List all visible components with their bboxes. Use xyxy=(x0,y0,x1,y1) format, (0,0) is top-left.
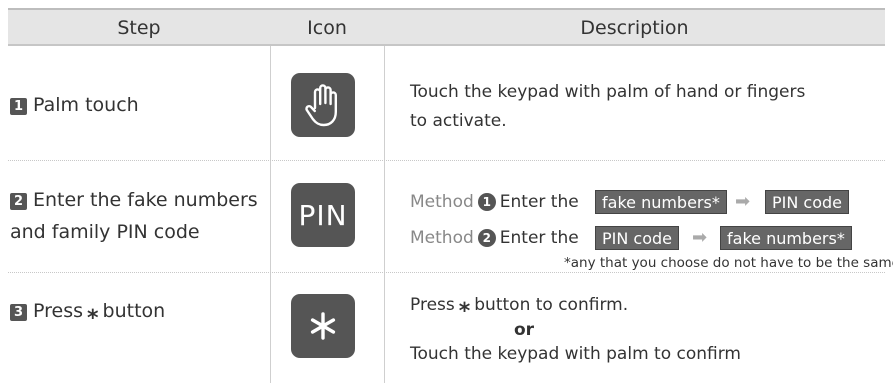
step-2: 2 Enter the fake numbers and family PIN c… xyxy=(10,184,258,248)
header-icon: Icon xyxy=(307,17,347,39)
description-1: Touch the keypad with palm of hand or fi… xyxy=(410,78,805,136)
step-label-line2: and family PIN code xyxy=(10,221,200,243)
desc-line: to activate. xyxy=(410,111,507,131)
step-3: 3 Press ⁎ button xyxy=(10,295,165,329)
palm-hand-icon xyxy=(291,73,355,137)
pin-code-box: PIN code xyxy=(595,226,680,250)
step-label-suffix: button xyxy=(102,300,166,322)
step-number-badge: 2 xyxy=(10,193,27,210)
instruction-table: Step Icon Description 1 Palm touch Touch … xyxy=(0,0,893,383)
enter-the-label: Enter the xyxy=(499,228,579,248)
asterisk-icon: ⁎ xyxy=(458,293,471,318)
desc-prefix: Press xyxy=(410,295,455,315)
desc-line: Press ⁎ button to confirm. xyxy=(410,293,741,318)
desc-line: Touch the keypad with palm of hand or fi… xyxy=(410,82,806,102)
pin-icon: PIN xyxy=(291,183,355,247)
method-number: 2 xyxy=(477,229,496,247)
step-number-badge: 3 xyxy=(10,304,27,321)
row-divider xyxy=(8,272,885,273)
step-label: Enter the fake numbers xyxy=(33,189,258,211)
step-1: 1 Palm touch xyxy=(10,89,139,121)
asterisk-icon: ⁎ xyxy=(87,300,99,325)
header-step: Step xyxy=(117,17,161,39)
fake-numbers-box: fake numbers* xyxy=(720,226,852,250)
fake-numbers-box: fake numbers* xyxy=(595,190,727,214)
table-header: Step Icon Description xyxy=(8,8,885,46)
desc-suffix: button to confirm. xyxy=(474,295,629,315)
description-3: Press ⁎ button to confirm. or Touch the ke… xyxy=(410,293,741,366)
enter-the-label: Enter the xyxy=(499,192,579,212)
arrow-right-icon: ➡ xyxy=(735,191,751,212)
step-label: Palm touch xyxy=(33,94,139,116)
header-description: Description xyxy=(580,17,689,39)
method-number: 1 xyxy=(477,193,496,211)
step-number-badge: 1 xyxy=(10,98,27,115)
column-divider xyxy=(270,46,271,383)
or-label: or xyxy=(514,320,535,340)
pin-icon-text: PIN xyxy=(298,198,348,232)
method-1-row: Method 1 Enter the fake numbers* ➡ PIN cod… xyxy=(410,189,870,215)
method-label: Method xyxy=(410,228,474,248)
step-label-prefix: Press xyxy=(33,300,84,322)
column-divider xyxy=(384,46,385,383)
arrow-right-icon: ➡ xyxy=(692,227,708,248)
method-2-row: Method 2 Enter the PIN code ➡ fake numbers… xyxy=(410,225,870,251)
method-label: Method xyxy=(410,192,474,212)
desc-line: Touch the keypad with palm to confirm xyxy=(410,344,741,364)
asterisk-button-icon xyxy=(291,294,355,358)
row-divider xyxy=(8,160,885,161)
footnote: *any that you choose do not have to be t… xyxy=(564,255,893,271)
pin-code-box: PIN code xyxy=(765,190,850,214)
